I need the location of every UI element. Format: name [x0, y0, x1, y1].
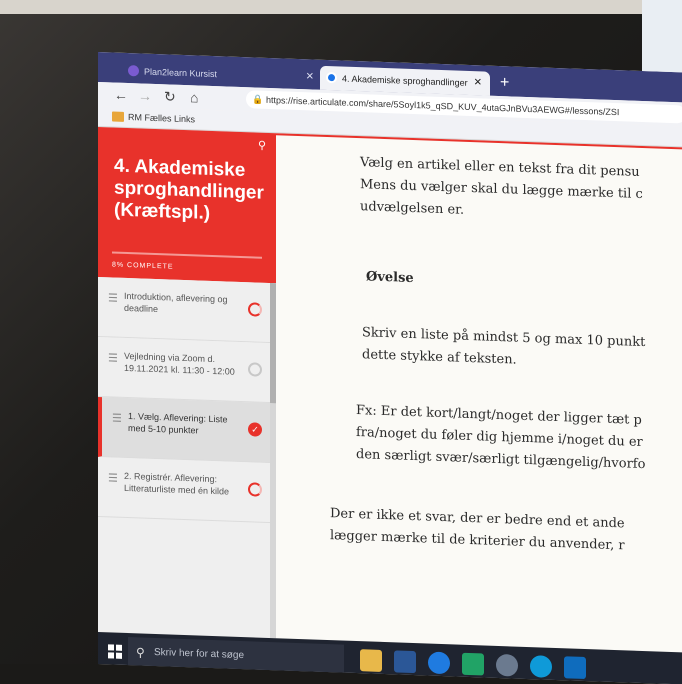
checkmark-icon: ✓: [248, 422, 262, 437]
new-tab-button[interactable]: +: [500, 72, 509, 94]
search-placeholder: Skriv her for at søge: [154, 646, 245, 662]
outlook-icon[interactable]: [564, 656, 586, 680]
lesson-lines-icon: ☰: [108, 352, 118, 365]
bookmark-label: RM Fælles Links: [128, 112, 196, 125]
close-icon[interactable]: ✕: [306, 65, 314, 89]
background-wall: [0, 0, 682, 14]
close-icon[interactable]: ✕: [474, 71, 482, 95]
plan2learn-favicon-icon: [128, 65, 139, 77]
lesson-content: Vælg en artikel eller en tekst fra dit p…: [276, 133, 682, 653]
edge-icon[interactable]: [530, 655, 552, 678]
lock-icon: 🔒: [252, 94, 264, 105]
screen: Plan2learn Kursist ✕ 4. Akademiske sprog…: [98, 52, 682, 684]
windows-start-icon[interactable]: [108, 644, 122, 659]
home-icon[interactable]: ⌂: [190, 88, 198, 106]
tab-label: Plan2learn Kursist: [144, 66, 218, 80]
file-explorer-icon[interactable]: [360, 649, 382, 672]
course-title: 4. Akademiske sproghandlinger (Kræftspl.…: [114, 155, 264, 224]
back-arrow-icon[interactable]: ←: [114, 86, 128, 104]
lesson-label: Introduktion, aflevering og deadline: [124, 290, 228, 315]
lesson-item[interactable]: ☰ 2. Registrér. Aflevering: Litteraturli…: [98, 457, 276, 524]
lesson-lines-icon: ☰: [108, 472, 118, 485]
search-icon: ⚲: [136, 645, 145, 660]
empty-ring-icon: [248, 362, 262, 377]
progress-ring-icon: [248, 482, 262, 497]
taskbar-search-box[interactable]: ⚲ Skriv her for at søge: [128, 637, 344, 675]
lesson-label: Vejledning via Zoom d. 19.11.2021 kl. 11…: [124, 350, 235, 377]
search-icon[interactable]: ⚲: [258, 139, 266, 152]
progress-bar: [112, 251, 262, 259]
lesson-item-active[interactable]: ☰ 1. Vælg. Aflevering: Liste med 5-10 pu…: [98, 397, 276, 464]
lesson-item[interactable]: ☰ Introduktion, aflevering og deadline: [98, 277, 276, 344]
word-icon[interactable]: [394, 650, 416, 674]
lesson-lines-icon: ☰: [112, 412, 122, 425]
course-sidebar: ⚲ 4. Akademiske sproghandlinger (Kræftsp…: [98, 127, 276, 639]
lesson-lines-icon: ☰: [108, 292, 118, 305]
tab-label: 4. Akademiske sproghandlinger: [342, 73, 468, 88]
reload-icon[interactable]: ↻: [164, 87, 176, 105]
forward-arrow-icon[interactable]: →: [138, 86, 152, 104]
bookmark-folder[interactable]: RM Fælles Links: [112, 109, 195, 126]
progress-ring-icon: [248, 302, 262, 317]
internet-explorer-icon[interactable]: [428, 651, 450, 675]
lesson-item[interactable]: ☰ Vejledning via Zoom d. 19.11.2021 kl. …: [98, 337, 276, 404]
articulate-favicon-icon: [326, 71, 337, 84]
course-header: ⚲ 4. Akademiske sproghandlinger (Kræftsp…: [98, 127, 276, 284]
excel-icon[interactable]: [462, 652, 484, 676]
lesson-label: 2. Registrér. Aflevering: Litteraturlist…: [124, 470, 230, 497]
lesson-label: 1. Vælg. Aflevering: Liste med 5-10 punk…: [128, 411, 228, 436]
progress-text: 8% COMPLETE: [112, 261, 174, 271]
app-icon[interactable]: [496, 653, 518, 677]
section-heading: Øvelse: [366, 269, 414, 287]
folder-icon: [112, 111, 124, 122]
